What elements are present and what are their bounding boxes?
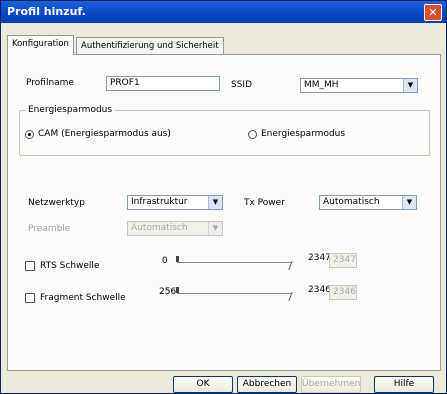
cancel-button[interactable]: Abbrechen [237,376,297,393]
profile-name-input[interactable]: PROF1 [106,76,220,91]
rts-checkbox[interactable] [25,261,35,271]
profile-dialog: Profil hinzuf. ✕ Konfiguration Authentif… [0,0,447,394]
radio-cam[interactable] [25,130,34,139]
chevron-down-icon[interactable]: ▼ [208,222,222,235]
apply-button[interactable]: Übernehmen [301,376,361,393]
power-mode-group: Energiesparmodus CAM (Energiesparmodus a… [19,105,430,156]
network-type-label: Netzwerktyp [28,198,85,208]
network-type-value: Infrastruktur [131,197,188,207]
ssid-label: SSID [231,80,253,90]
rts-slider-track [177,262,291,263]
fragment-slider-end-mark [281,292,293,301]
chevron-down-icon[interactable]: ▼ [403,79,417,92]
rts-slider[interactable] [176,253,293,273]
preamble-combobox[interactable]: Automatisch ▼ [127,221,223,236]
txpower-label: Tx Power [244,198,285,208]
configuration-panel: Profilname PROF1 SSID MM_MH ▼ Energiespa… [7,54,441,371]
rts-min-label: 0 [162,256,168,266]
fragment-label: Fragment Schwelle [40,293,126,303]
preamble-label: Preamble [28,224,71,234]
ssid-value: MM_MH [304,80,339,90]
profile-name-label: Profilname [26,78,74,88]
fragment-slider-thumb[interactable] [176,287,179,293]
close-icon[interactable]: ✕ [424,4,442,21]
rts-slider-thumb[interactable] [176,256,179,262]
network-type-combobox[interactable]: Infrastruktur ▼ [127,195,223,210]
txpower-combobox[interactable]: Automatisch ▼ [319,195,417,210]
ssid-combobox[interactable]: MM_MH ▼ [300,78,418,93]
tab-authentication-security[interactable]: Authentifizierung und Sicherheit [76,37,224,54]
preamble-value: Automatisch [131,223,188,233]
fragment-value-input[interactable]: 2346 [329,285,357,300]
window-title: Profil hinzuf. [7,5,86,18]
fragment-checkbox[interactable] [25,293,35,303]
tab-konfiguration[interactable]: Konfiguration [7,35,74,55]
fragment-min-label: 256 [159,287,177,297]
help-button[interactable]: Hilfe [374,376,434,393]
txpower-value: Automatisch [323,197,380,207]
chevron-down-icon[interactable]: ▼ [208,196,222,209]
radio-power-save[interactable] [248,130,257,139]
fragment-max-label: 2346 [308,285,331,295]
rts-max-label: 2347 [308,253,331,263]
radio-cam-label: CAM (Energiesparmodus aus) [38,129,171,139]
rts-value-input[interactable]: 2347 [329,253,357,268]
radio-power-save-label: Energiesparmodus [261,129,346,139]
chevron-down-icon[interactable]: ▼ [402,196,416,209]
fragment-slider-track [177,293,291,294]
ok-button[interactable]: OK [173,376,233,393]
title-bar[interactable]: Profil hinzuf. ✕ [1,1,446,23]
fragment-slider[interactable] [176,284,293,304]
power-mode-group-label: Energiesparmodus [26,105,115,115]
rts-label: RTS Schwelle [40,261,100,271]
rts-slider-end-mark [281,261,293,270]
